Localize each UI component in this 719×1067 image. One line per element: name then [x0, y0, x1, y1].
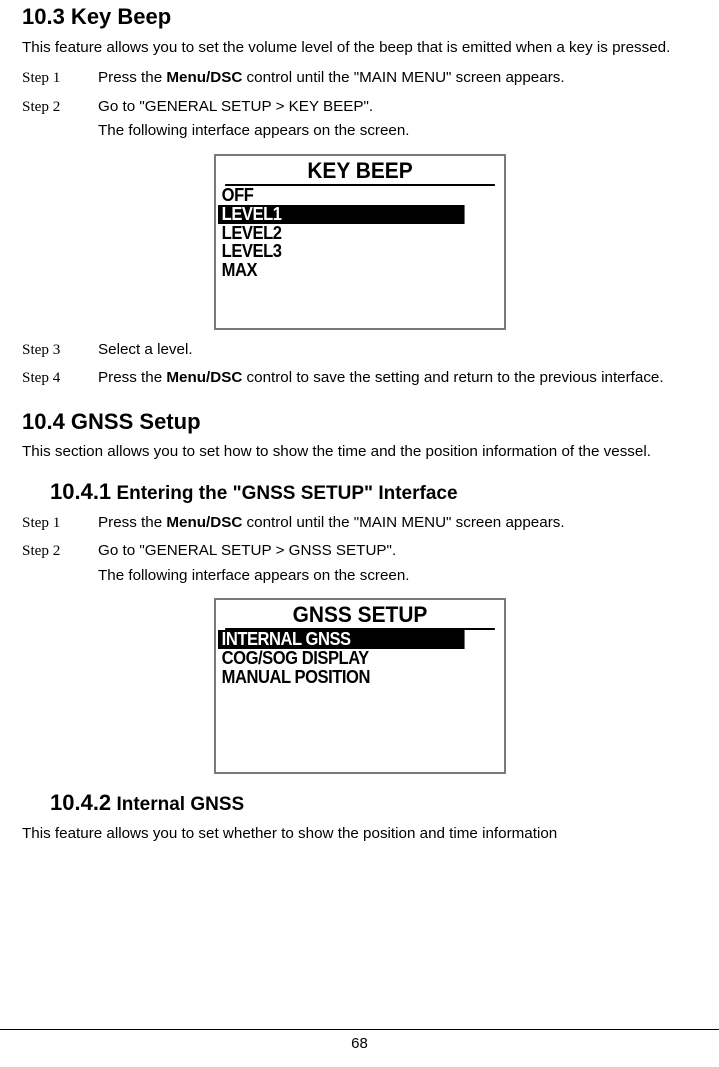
screenshot-key-beep: KEY BEEP OFF LEVEL1 LEVEL2 LEVEL3 MAX — [22, 154, 697, 330]
t: The following interface appears on the s… — [98, 121, 697, 142]
heading-10-4: 10.4 GNSS Setup — [22, 405, 697, 437]
t: Select a level. — [98, 340, 697, 361]
step-row: Step 2 Go to "GENERAL SETUP > KEY BEEP".… — [22, 97, 697, 146]
t: Press the — [98, 514, 166, 531]
screen-item: COG/SOG DISPLAY — [218, 649, 479, 668]
step-label: Step 4 — [22, 368, 98, 389]
t: Go to "GENERAL SETUP > GNSS SETUP". — [98, 541, 697, 562]
step-label: Step 2 — [22, 97, 98, 118]
step-label: Step 2 — [22, 541, 98, 562]
screen-item-selected: INTERNAL GNSS — [218, 630, 465, 649]
step-label: Step 3 — [22, 340, 98, 361]
screen-item: MAX — [218, 261, 479, 280]
lcd-screen: KEY BEEP OFF LEVEL1 LEVEL2 LEVEL3 MAX — [214, 154, 506, 330]
screen-title: GNSS SETUP — [225, 602, 495, 630]
t-bold: Menu/DSC — [166, 514, 242, 531]
t: The following interface appears on the s… — [98, 566, 697, 587]
step-text: Select a level. — [98, 340, 697, 365]
text-10-4-2-intro: This feature allows you to set whether t… — [22, 824, 697, 845]
step-text: Press the Menu/DSC control until the "MA… — [98, 68, 697, 93]
heading-10-4-2: 10.4.2 Internal GNSS — [50, 788, 697, 818]
heading-10-3: 10.3 Key Beep — [22, 0, 697, 32]
heading-num: 10.4.2 — [50, 790, 111, 815]
step-text: Go to "GENERAL SETUP > KEY BEEP". The fo… — [98, 97, 697, 146]
screen-item: OFF — [218, 186, 479, 205]
screen-item: LEVEL2 — [218, 224, 479, 243]
step-text: Go to "GENERAL SETUP > GNSS SETUP". The … — [98, 541, 697, 590]
t: control until the "MAIN MENU" screen app… — [242, 514, 564, 531]
step-row: Step 1 Press the Menu/DSC control until … — [22, 513, 697, 538]
step-row: Step 3 Select a level. — [22, 340, 697, 365]
step-label: Step 1 — [22, 513, 98, 534]
heading-text: Internal GNSS — [111, 794, 244, 815]
t-bold: Menu/DSC — [166, 369, 242, 386]
text-10-4-intro: This section allows you to set how to sh… — [22, 442, 697, 463]
step-row: Step 2 Go to "GENERAL SETUP > GNSS SETUP… — [22, 541, 697, 590]
screen-item: LEVEL3 — [218, 242, 479, 261]
step-text: Press the Menu/DSC control until the "MA… — [98, 513, 697, 538]
step-label: Step 1 — [22, 68, 98, 89]
screen-item: MANUAL POSITION — [218, 668, 479, 687]
screen-item-selected: LEVEL1 — [218, 205, 465, 224]
screen-title: KEY BEEP — [225, 158, 495, 186]
t: Press the — [98, 369, 166, 386]
lcd-screen: GNSS SETUP INTERNAL GNSS COG/SOG DISPLAY… — [214, 598, 506, 774]
screenshot-gnss-setup: GNSS SETUP INTERNAL GNSS COG/SOG DISPLAY… — [22, 598, 697, 774]
heading-10-4-1: 10.4.1 Entering the "GNSS SETUP" Interfa… — [50, 477, 697, 507]
step-row: Step 1 Press the Menu/DSC control until … — [22, 68, 697, 93]
t: Go to "GENERAL SETUP > KEY BEEP". — [98, 97, 697, 118]
t-bold: Menu/DSC — [166, 69, 242, 86]
heading-num: 10.4.1 — [50, 479, 111, 504]
page-number: 68 — [0, 1030, 719, 1058]
text-10-3-intro: This feature allows you to set the volum… — [22, 38, 697, 59]
t: control until the "MAIN MENU" screen app… — [242, 69, 564, 86]
t: control to save the setting and return t… — [242, 369, 663, 386]
heading-text: Entering the "GNSS SETUP" Interface — [111, 483, 457, 504]
step-text: Press the Menu/DSC control to save the s… — [98, 368, 697, 393]
step-row: Step 4 Press the Menu/DSC control to sav… — [22, 368, 697, 393]
t: Press the — [98, 69, 166, 86]
